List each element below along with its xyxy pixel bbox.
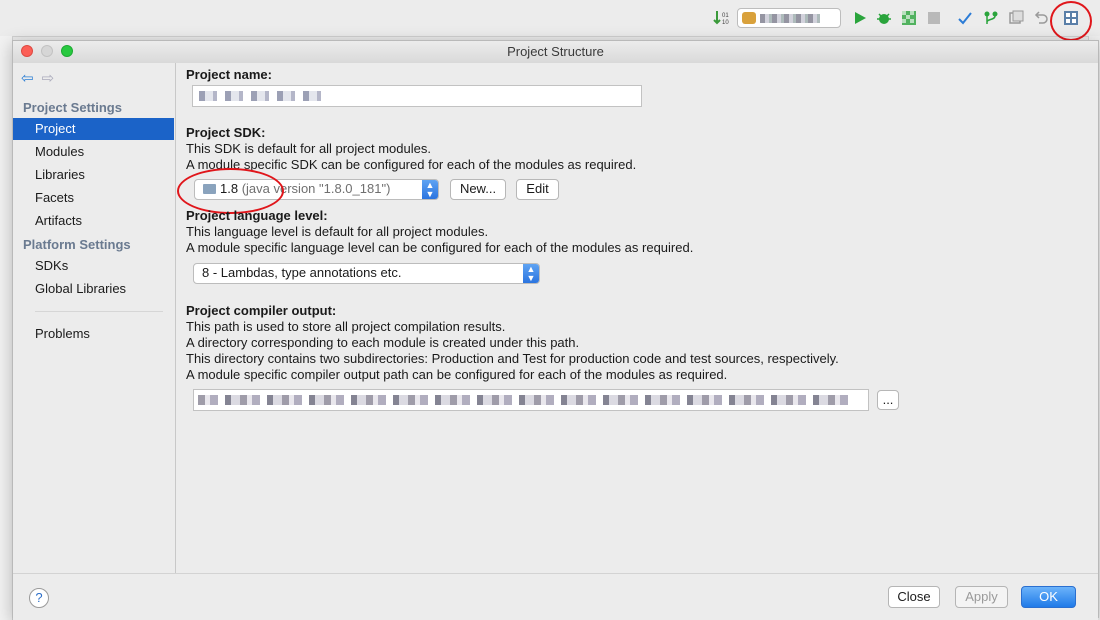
project-structure-dialog: Project Structure ⇦ ⇨ Project Settings Pr… <box>12 40 1099 620</box>
sidebar-item-libraries[interactable]: Libraries <box>13 164 174 186</box>
sidebar-item-artifacts[interactable]: Artifacts <box>13 210 174 232</box>
vcs-branch-icon[interactable] <box>982 9 1000 27</box>
coverage-icon[interactable] <box>900 9 918 27</box>
run-configuration-select[interactable] <box>737 8 841 28</box>
compiler-output-desc-3: This directory contains two subdirectori… <box>186 351 839 366</box>
run-config-icon <box>742 12 756 24</box>
redacted-project-name <box>199 91 329 101</box>
dialog-title: Project Structure <box>507 44 604 59</box>
vcs-update-icon[interactable]: 01 10 <box>713 9 731 27</box>
vcs-commit-icon[interactable] <box>956 9 974 27</box>
project-name-input[interactable] <box>192 85 642 107</box>
project-sdk-label: Project SDK: <box>186 125 266 140</box>
redacted-config-name <box>760 14 820 23</box>
sidebar-divider <box>35 311 163 312</box>
close-button[interactable]: Close <box>888 586 940 608</box>
run-icon[interactable] <box>851 9 869 27</box>
language-level-label: Project language level: <box>186 208 328 223</box>
ok-button[interactable]: OK <box>1021 586 1076 608</box>
sidebar-item-global-libraries[interactable]: Global Libraries <box>13 278 174 300</box>
chevron-updown-icon: ▲ ▼ <box>422 180 438 199</box>
chevron-updown-icon: ▲ ▼ <box>523 264 539 283</box>
compiler-output-desc-4: A module specific compiler output path c… <box>186 367 728 382</box>
stop-icon[interactable] <box>925 9 943 27</box>
browse-button[interactable]: ... <box>877 390 899 410</box>
revert-icon[interactable] <box>1032 9 1050 27</box>
project-name-label: Project name: <box>186 67 272 82</box>
language-level-desc-2: A module specific language level can be … <box>186 240 694 255</box>
compiler-output-path-input[interactable] <box>193 389 869 411</box>
edit-sdk-button[interactable]: Edit <box>516 179 559 200</box>
sidebar-item-problems[interactable]: Problems <box>13 323 174 345</box>
language-level-select[interactable]: 8 - Lambdas, type annotations etc. ▲ ▼ <box>193 263 540 284</box>
new-sdk-button[interactable]: New... <box>450 179 506 200</box>
forward-arrow-icon[interactable]: ⇨ <box>42 70 55 87</box>
settings-sidebar: ⇦ ⇨ Project Settings Project Modules Libr… <box>13 63 176 573</box>
apply-button[interactable]: Apply <box>955 586 1008 608</box>
platform-settings-header: Platform Settings <box>23 237 131 252</box>
compiler-output-desc-2: A directory corresponding to each module… <box>186 335 580 350</box>
project-settings-header: Project Settings <box>23 100 122 115</box>
ide-toolbar: 01 10 <box>0 0 1100 41</box>
sidebar-item-modules[interactable]: Modules <box>13 141 174 163</box>
compiler-output-desc-1: This path is used to store all project c… <box>186 319 506 334</box>
back-arrow-icon[interactable]: ⇦ <box>21 70 34 87</box>
redacted-output-path <box>198 395 853 405</box>
project-sdk-desc-1: This SDK is default for all project modu… <box>186 141 431 156</box>
sidebar-item-sdks[interactable]: SDKs <box>13 255 174 277</box>
svg-text:01: 01 <box>722 13 729 19</box>
svg-text:10: 10 <box>722 20 729 26</box>
help-button[interactable]: ? <box>29 588 49 608</box>
history-nav: ⇦ ⇨ <box>21 69 62 87</box>
vcs-history-icon[interactable] <box>1007 9 1025 27</box>
dialog-titlebar: Project Structure <box>13 41 1098 64</box>
dialog-footer: ? Close Apply OK <box>13 573 1098 620</box>
sidebar-item-project[interactable]: Project <box>13 118 174 140</box>
annotation-circle-toolbar <box>1050 1 1092 41</box>
project-settings-panel: Project name: Project SDK: This SDK is d… <box>176 63 1098 573</box>
compiler-output-label: Project compiler output: <box>186 303 337 318</box>
sidebar-item-facets[interactable]: Facets <box>13 187 174 209</box>
language-level-value: 8 - Lambdas, type annotations etc. <box>202 265 402 280</box>
language-level-desc-1: This language level is default for all p… <box>186 224 489 239</box>
debug-icon[interactable] <box>875 9 893 27</box>
